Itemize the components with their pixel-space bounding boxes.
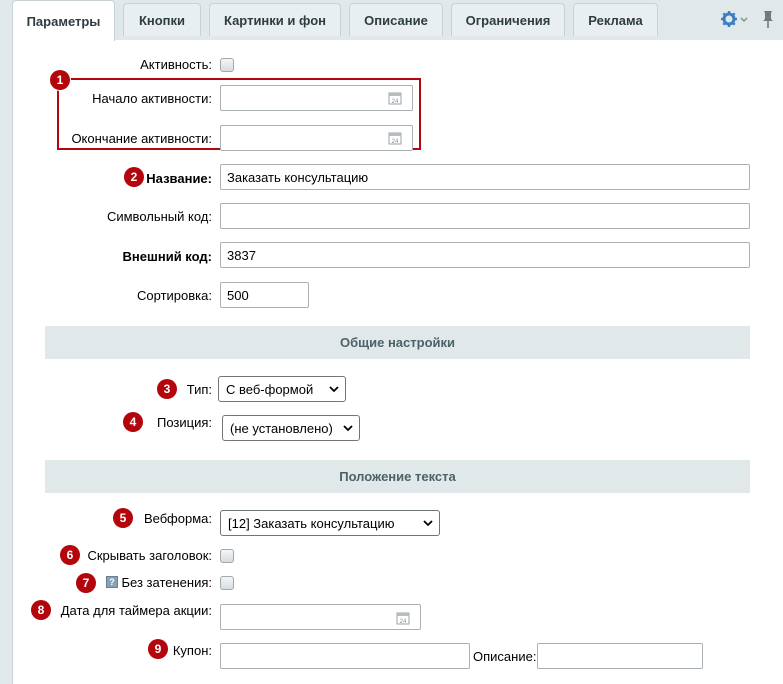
chevron-down-icon	[329, 386, 339, 393]
timer-date-input[interactable]	[220, 604, 421, 630]
badge-1: 1	[50, 70, 70, 90]
tab-parameters[interactable]: Параметры	[12, 0, 115, 41]
svg-text:24: 24	[400, 619, 407, 625]
external-code-label: Внешний код:	[122, 249, 212, 264]
coupon-description-label: Описание:	[473, 649, 537, 664]
chevron-down-icon	[423, 520, 433, 527]
pin-icon[interactable]	[760, 8, 776, 30]
hide-title-checkbox[interactable]	[220, 549, 234, 563]
no-shade-checkbox[interactable]	[220, 576, 234, 590]
badge-6: 6	[60, 545, 80, 565]
webform-label: Вебформа:	[144, 511, 212, 526]
section-general-settings: Общие настройки	[45, 326, 750, 359]
calendar-icon[interactable]: 24	[396, 611, 410, 625]
type-select-value: С веб-формой	[226, 381, 314, 397]
sort-input[interactable]	[220, 282, 309, 308]
badge-2: 2	[124, 167, 144, 187]
badge-8: 8	[31, 600, 51, 620]
badge-4: 4	[123, 412, 143, 432]
svg-text:24: 24	[392, 139, 399, 145]
tab-restrictions[interactable]: Ограничения	[451, 3, 565, 36]
webform-select[interactable]: [12] Заказать консультацию	[220, 510, 440, 536]
external-code-input[interactable]	[220, 242, 750, 268]
end-date-input[interactable]	[220, 125, 413, 151]
calendar-icon[interactable]: 24	[388, 131, 402, 145]
tab-images-background[interactable]: Картинки и фон	[209, 3, 341, 36]
help-icon[interactable]: ?	[106, 576, 118, 588]
position-label: Позиция:	[156, 415, 212, 430]
name-label: Название:	[146, 171, 212, 186]
gear-icon[interactable]	[720, 9, 748, 29]
tab-bar: Параметры Кнопки Картинки и фон Описание…	[0, 0, 783, 41]
no-shade-label: Без затенения:	[121, 575, 213, 590]
badge-5: 5	[113, 508, 133, 528]
name-input[interactable]	[220, 164, 750, 190]
start-date-input[interactable]	[220, 85, 413, 111]
chevron-down-icon	[343, 425, 353, 432]
tab-advertising[interactable]: Реклама	[573, 3, 658, 36]
type-select[interactable]: С веб-формой	[218, 376, 346, 402]
tab-description[interactable]: Описание	[349, 3, 443, 36]
webform-select-value: [12] Заказать консультацию	[228, 515, 395, 531]
svg-text:24: 24	[392, 99, 399, 105]
section-text-position: Положение текста	[45, 460, 750, 493]
tab-buttons[interactable]: Кнопки	[123, 3, 201, 36]
coupon-description-input[interactable]	[537, 643, 703, 669]
end-date-label: Окончание активности:	[71, 131, 212, 146]
type-label: Тип:	[186, 382, 212, 397]
timer-date-label: Дата для таймера акции:	[60, 603, 212, 618]
coupon-label: Купон:	[172, 643, 212, 658]
sort-label: Сортировка:	[137, 288, 212, 303]
calendar-icon[interactable]: 24	[388, 91, 402, 105]
position-select-value: (не установлено)	[230, 420, 333, 436]
symbolic-code-label: Символьный код:	[106, 209, 212, 224]
badge-7: 7	[76, 573, 96, 593]
position-select[interactable]: (не установлено)	[222, 415, 360, 441]
badge-9: 9	[148, 639, 168, 659]
coupon-input[interactable]	[220, 643, 470, 669]
hide-title-label: Скрывать заголовок:	[87, 548, 212, 563]
active-label: Активность:	[140, 57, 212, 72]
start-date-label: Начало активности:	[92, 91, 212, 106]
symbolic-code-input[interactable]	[220, 203, 750, 229]
badge-3: 3	[157, 379, 177, 399]
active-checkbox[interactable]	[220, 58, 234, 72]
